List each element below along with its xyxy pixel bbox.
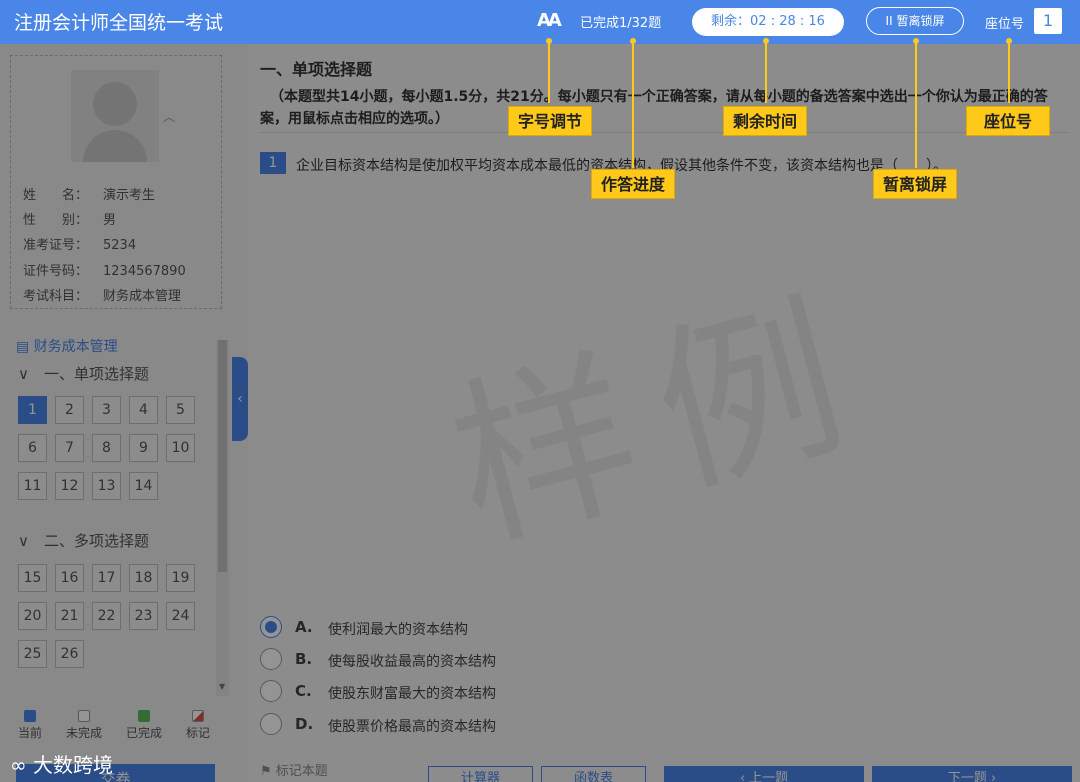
callout-pause: 暂离锁屏 — [873, 169, 957, 199]
font-size-button[interactable]: AA — [537, 10, 562, 31]
pause-lock-button[interactable]: II 暂离锁屏 — [866, 7, 964, 35]
seat-label: 座位号 — [985, 17, 1025, 32]
app-title: 注册会计师全国统一考试 — [14, 12, 224, 34]
callout-progress: 作答进度 — [591, 169, 675, 199]
callout-line — [1008, 41, 1010, 103]
callout-timer: 剩余时间 — [723, 106, 807, 136]
guide-overlay — [0, 44, 1080, 782]
callout-line — [765, 41, 767, 103]
callout-seat: 座位号 — [966, 106, 1050, 136]
timer: 剩余：02 : 28 : 16 — [692, 8, 844, 36]
top-bar: 注册会计师全国统一考试 AA 已完成1/32题 剩余：02 : 28 : 16 … — [0, 0, 1080, 44]
callout-line — [548, 41, 550, 103]
callout-line — [632, 41, 634, 168]
brand-logo: ∞ 大数跨境 — [10, 753, 114, 777]
progress-text: 已完成1/32题 — [580, 16, 662, 31]
callout-font: 字号调节 — [508, 106, 592, 136]
callout-line — [915, 41, 917, 168]
seat-number: 1 — [1034, 8, 1062, 34]
